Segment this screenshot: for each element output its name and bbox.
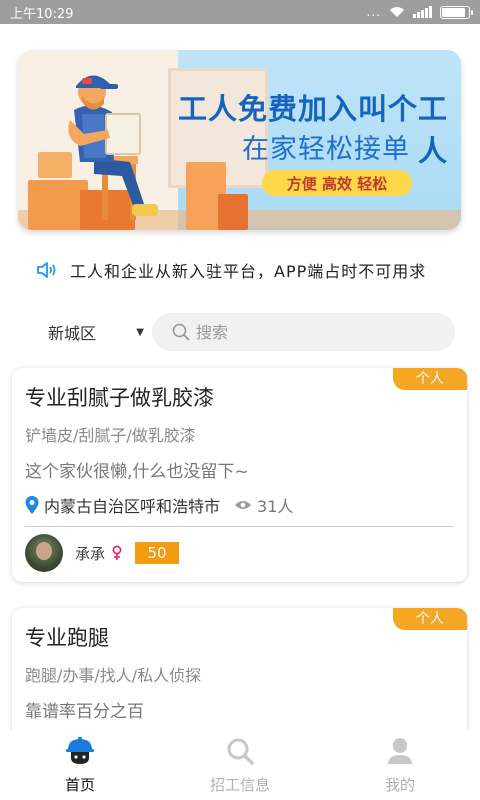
battery-level [442, 7, 466, 17]
promo-banner[interactable]: 工人免费加入叫个工人 在家轻松接单 方便 高效 轻松 [18, 50, 461, 230]
banner-box [218, 194, 248, 230]
user-name: 承承 [75, 544, 106, 563]
battery-icon [440, 5, 473, 19]
card-skills: 跑腿/办事/找人/私人侦探 [25, 666, 202, 685]
nav-jobs[interactable]: 招工信息 [160, 730, 320, 800]
card-divider [25, 526, 454, 527]
bottom-nav: 首页 招工信息 我的 [0, 730, 480, 800]
status-icons: ... [366, 5, 473, 19]
nav-home[interactable]: 首页 [0, 730, 160, 800]
card-location: 内蒙古自治区呼和浩特市 [44, 497, 221, 516]
nav-jobs-label: 招工信息 [209, 776, 270, 794]
card-title: 专业刮腻子做乳胶漆 [25, 386, 214, 410]
card-type-tag: 个人 [393, 368, 467, 390]
nav-profile[interactable]: 我的 [320, 730, 480, 800]
search-input[interactable] [196, 322, 436, 342]
search-icon [172, 323, 190, 341]
worker-helmet-icon [66, 737, 94, 764]
notice-marquee[interactable]: 工人和企业从新入驻平台，APP端占时不可用求 [36, 255, 456, 285]
card-description: 靠谱率百分之百 [25, 702, 144, 722]
card-location-row: 内蒙古自治区呼和浩特市 31人 [25, 493, 293, 517]
worker-card[interactable]: 个人 专业刮腻子做乳胶漆 铲墙皮/刮腻子/做乳胶漆 这个家伙很懒,什么也没留下~… [12, 368, 467, 582]
card-type-tag: 个人 [393, 608, 467, 630]
user-icon [388, 738, 412, 764]
status-bar: 上午10:29 ... [0, 0, 480, 24]
banner-subtitle: 在家轻松接单 [242, 134, 410, 165]
female-icon [112, 545, 122, 560]
card-skills: 铲墙皮/刮腻子/做乳胶漆 [25, 426, 196, 445]
card-description: 这个家伙很懒,什么也没留下~ [25, 462, 249, 482]
signal-icon [413, 6, 432, 18]
worker-card[interactable]: 个人 专业跑腿 跑腿/办事/找人/私人侦探 靠谱率百分之百 [12, 608, 467, 748]
card-views: 31人 [257, 497, 294, 516]
score-badge: 50 [135, 542, 180, 564]
card-user-row: 承承 50 [25, 534, 180, 572]
speaker-icon [37, 262, 56, 278]
status-time: 上午10:29 [10, 6, 74, 22]
search-icon [227, 738, 254, 765]
banner-tags: 方便 高效 轻松 [262, 170, 412, 196]
location-pin-icon [25, 496, 39, 514]
area-select[interactable]: 新城区 ▼ [48, 318, 144, 346]
nav-home-label: 首页 [64, 776, 95, 794]
search-box[interactable] [152, 313, 455, 351]
nav-profile-label: 我的 [384, 776, 415, 794]
notice-text: 工人和企业从新入驻平台，APP端占时不可用求 [70, 262, 427, 281]
wifi-icon [389, 6, 405, 18]
eye-icon [235, 501, 252, 509]
avatar[interactable] [25, 534, 63, 572]
dropdown-caret-icon: ▼ [136, 326, 144, 338]
notification-dots: ... [366, 5, 381, 19]
area-select-value: 新城区 [48, 324, 97, 343]
card-title: 专业跑腿 [25, 626, 109, 650]
